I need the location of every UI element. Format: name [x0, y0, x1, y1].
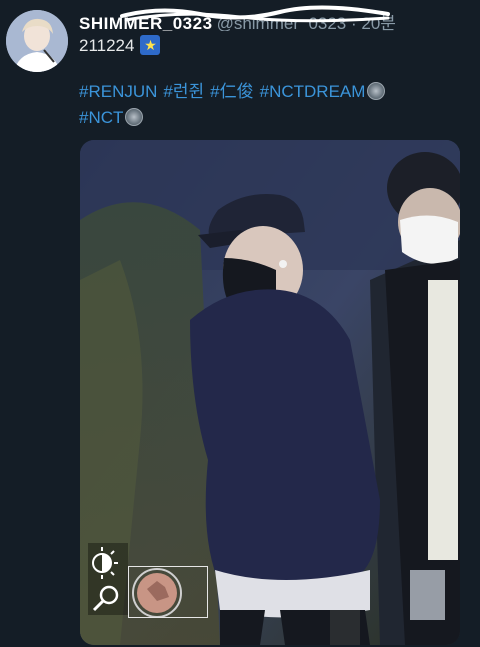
hashtag-link[interactable]: #仁俊: [210, 82, 253, 101]
hashtag-link[interactable]: #NCT: [79, 108, 123, 127]
sticker-thumbnail[interactable]: [128, 566, 208, 618]
hashtag-link[interactable]: #런쥔: [163, 82, 204, 101]
user-handle[interactable]: @shimmer_0323: [217, 14, 347, 31]
hashtag-link[interactable]: #RENJUN: [79, 82, 157, 101]
star-sparkle-icon: ★: [140, 35, 161, 55]
tweet-body: 211224: [79, 36, 135, 55]
tweet-text: 211224 ★: [79, 33, 469, 59]
nct-badge-icon: [367, 82, 386, 100]
display-name[interactable]: SHIMMER_0323: [79, 14, 213, 31]
hashtag-list: #RENJUN #런쥔 #仁俊 #NCTDREAM #NCT: [79, 79, 474, 131]
tweet-photo[interactable]: [80, 140, 460, 645]
hashtag-link[interactable]: #NCTDREAM: [260, 82, 366, 101]
avatar[interactable]: [6, 10, 68, 72]
tweet-header: SHIMMER_0323 @shimmer_0323 · 20분: [79, 9, 470, 31]
search-magnifier-icon[interactable]: [90, 582, 124, 616]
nct-badge-icon: [125, 108, 144, 126]
separator: ·: [346, 14, 362, 31]
tweet-time[interactable]: 20분: [361, 14, 396, 31]
